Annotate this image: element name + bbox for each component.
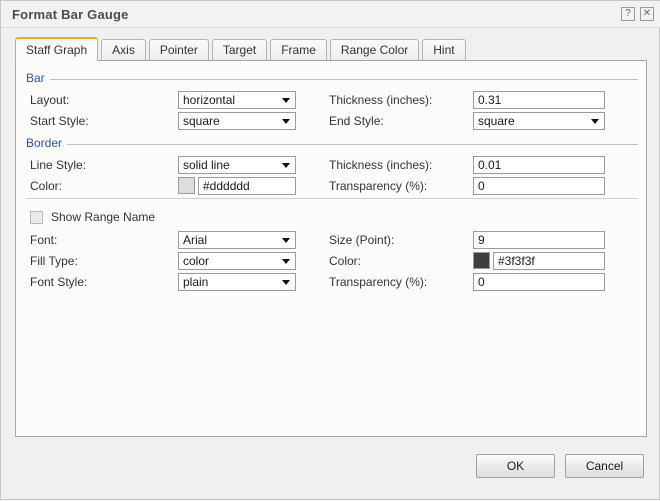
dialog-titlebar: Format Bar Gauge ? ✕ — [1, 1, 660, 28]
label-transparency-border: Transparency (%): — [329, 177, 427, 195]
tab-target[interactable]: Target — [212, 39, 267, 61]
layout-combo[interactable]: horizontal — [178, 91, 296, 109]
tab-range-color[interactable]: Range Color — [330, 39, 419, 61]
end-style-combo-value: square — [478, 113, 515, 129]
section-divider — [26, 198, 638, 199]
cancel-button[interactable]: Cancel — [565, 454, 644, 478]
dialog-title: Format Bar Gauge — [12, 7, 129, 22]
tab-frame[interactable]: Frame — [270, 39, 327, 61]
group-header-border: Border — [26, 136, 638, 150]
tab-staff-graph[interactable]: Staff Graph — [15, 37, 98, 61]
ok-button[interactable]: OK — [476, 454, 555, 478]
staff-graph-panel: Bar Layout: horizontal Thickness (inches… — [15, 60, 647, 437]
label-layout: Layout: — [30, 91, 69, 109]
label-size-point: Size (Point): — [329, 231, 394, 249]
label-start-style: Start Style: — [30, 112, 89, 130]
font-combo-value: Arial — [183, 232, 207, 248]
chevron-down-icon — [591, 119, 599, 124]
font-color-value: #3f3f3f — [498, 253, 535, 269]
label-font-style: Font Style: — [30, 273, 87, 291]
format-bar-gauge-dialog: Format Bar Gauge ? ✕ Staff Graph Axis Po… — [0, 0, 660, 500]
font-style-combo-value: plain — [183, 274, 208, 290]
chevron-down-icon — [282, 163, 290, 168]
close-icon[interactable]: ✕ — [640, 7, 654, 21]
label-fill-type: Fill Type: — [30, 252, 78, 270]
titlebar-buttons: ? ✕ — [621, 7, 654, 21]
checkbox-box-icon — [30, 211, 43, 224]
tab-axis[interactable]: Axis — [101, 39, 146, 61]
label-font-color: Color: — [329, 252, 361, 270]
group-label-bar: Bar — [26, 71, 50, 85]
show-range-name-label: Show Range Name — [51, 210, 155, 224]
chevron-down-icon — [282, 119, 290, 124]
thickness-bar-value: 0.31 — [478, 92, 501, 108]
group-header-bar: Bar — [26, 71, 638, 85]
thickness-bar-input[interactable]: 0.31 — [473, 91, 605, 109]
group-label-border: Border — [26, 136, 67, 150]
help-icon[interactable]: ? — [621, 7, 635, 21]
chevron-down-icon — [282, 280, 290, 285]
chevron-down-icon — [282, 98, 290, 103]
label-end-style: End Style: — [329, 112, 384, 130]
size-point-input[interactable]: 9 — [473, 231, 605, 249]
layout-combo-value: horizontal — [183, 92, 235, 108]
border-color-input[interactable]: #dddddd — [198, 177, 296, 195]
font-combo[interactable]: Arial — [178, 231, 296, 249]
group-divider-bar — [26, 79, 638, 80]
border-color-swatch[interactable] — [178, 177, 195, 194]
label-transparency-font: Transparency (%): — [329, 273, 427, 291]
start-style-combo-value: square — [183, 113, 220, 129]
border-color-value: #dddddd — [203, 178, 250, 194]
label-thickness-border: Thickness (inches): — [329, 156, 432, 174]
chevron-down-icon — [282, 238, 290, 243]
label-font: Font: — [30, 231, 57, 249]
label-border-color: Color: — [30, 177, 62, 195]
show-range-name-checkbox[interactable]: Show Range Name — [30, 208, 155, 226]
transparency-border-value: 0 — [478, 178, 485, 194]
tab-hint[interactable]: Hint — [422, 39, 465, 61]
line-style-combo[interactable]: solid line — [178, 156, 296, 174]
transparency-font-value: 0 — [478, 274, 485, 290]
chevron-down-icon — [282, 259, 290, 264]
font-style-combo[interactable]: plain — [178, 273, 296, 291]
group-divider-border — [26, 144, 638, 145]
label-line-style: Line Style: — [30, 156, 86, 174]
fill-type-combo-value: color — [183, 253, 209, 269]
font-color-swatch[interactable] — [473, 252, 490, 269]
start-style-combo[interactable]: square — [178, 112, 296, 130]
transparency-border-input[interactable]: 0 — [473, 177, 605, 195]
end-style-combo[interactable]: square — [473, 112, 605, 130]
thickness-border-input[interactable]: 0.01 — [473, 156, 605, 174]
fill-type-combo[interactable]: color — [178, 252, 296, 270]
tab-strip: Staff Graph Axis Pointer Target Frame Ra… — [15, 37, 647, 61]
size-point-value: 9 — [478, 232, 485, 248]
dialog-footer: OK Cancel — [1, 445, 660, 501]
label-thickness-bar: Thickness (inches): — [329, 91, 432, 109]
tab-pointer[interactable]: Pointer — [149, 39, 209, 61]
transparency-font-input[interactable]: 0 — [473, 273, 605, 291]
font-color-input[interactable]: #3f3f3f — [493, 252, 605, 270]
line-style-combo-value: solid line — [183, 157, 230, 173]
thickness-border-value: 0.01 — [478, 157, 501, 173]
